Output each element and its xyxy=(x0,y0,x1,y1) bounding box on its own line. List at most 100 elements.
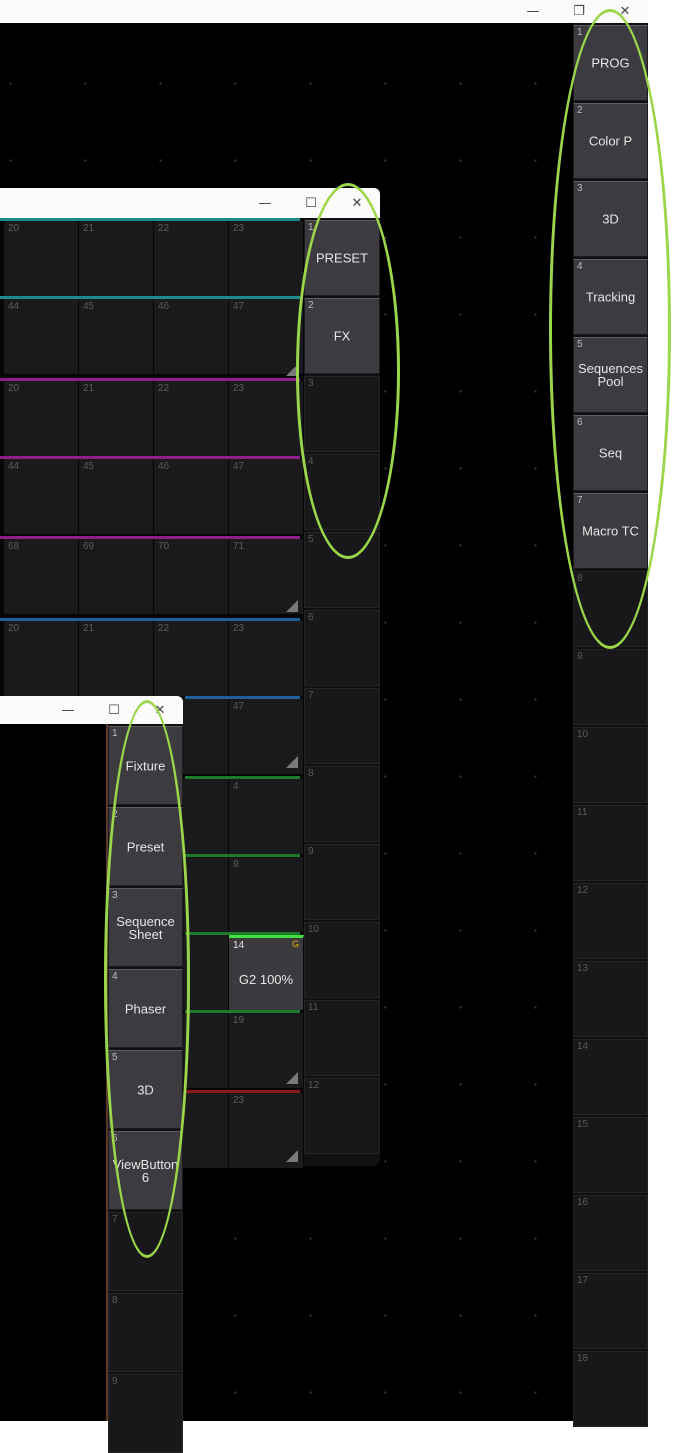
mid-pool-button-8[interactable]: 8 xyxy=(304,766,380,842)
right-pool-button-1[interactable]: 1 PROG xyxy=(573,25,648,101)
pool-cell[interactable]: 20 xyxy=(4,221,79,297)
right-pool-button-13[interactable]: 13 xyxy=(573,961,648,1037)
pool-cell[interactable]: 44 xyxy=(4,459,79,535)
pool-cell[interactable]: 22 xyxy=(154,621,229,697)
close-icon[interactable]: ✕ xyxy=(602,0,648,23)
pool-cell[interactable]: 4 xyxy=(229,779,304,855)
mid-pool-button-10[interactable]: 10 xyxy=(304,922,380,998)
pool-cell[interactable]: 69 xyxy=(79,539,154,615)
button-number: 4 xyxy=(112,971,118,982)
right-pool-button-8[interactable]: 8 xyxy=(573,571,648,647)
mid-pool-button-11[interactable]: 11 xyxy=(304,1000,380,1076)
scroll-corner-icon[interactable] xyxy=(286,1072,298,1084)
minimize-icon[interactable]: — xyxy=(45,696,91,724)
mid-pool-button-1[interactable]: 1 PRESET xyxy=(304,220,380,296)
mid-pool-button-7[interactable]: 7 xyxy=(304,688,380,764)
front-pool-button-9[interactable]: 9 xyxy=(108,1374,183,1453)
scroll-corner-icon[interactable] xyxy=(286,600,298,612)
pool-cell[interactable] xyxy=(183,699,229,775)
mid-pool-button-6[interactable]: 6 xyxy=(304,610,380,686)
button-number: 9 xyxy=(112,1376,118,1387)
right-pool-button-12[interactable]: 12 xyxy=(573,883,648,959)
right-pool-button-17[interactable]: 17 xyxy=(573,1273,648,1349)
pool-cell[interactable]: 46 xyxy=(154,459,229,535)
pool-cell[interactable]: 47 xyxy=(229,459,304,535)
pool-cell[interactable] xyxy=(183,1093,229,1169)
right-pool-button-3[interactable]: 3 3D xyxy=(573,181,648,257)
cell-number: 21 xyxy=(83,223,95,234)
right-pool-button-18[interactable]: 18 xyxy=(573,1351,648,1427)
scroll-corner-icon[interactable] xyxy=(286,364,298,376)
right-pool-button-7[interactable]: 7 Macro TC xyxy=(573,493,648,569)
right-pool-button-14[interactable]: 14 xyxy=(573,1039,648,1115)
maximize-icon[interactable]: ☐ xyxy=(91,696,137,724)
pool-cell[interactable] xyxy=(183,779,229,855)
button-label: FX xyxy=(333,328,351,344)
pool-cell[interactable]: 68 xyxy=(4,539,79,615)
right-pool-button-10[interactable]: 10 xyxy=(573,727,648,803)
pool-cell[interactable]: 46 xyxy=(154,299,229,375)
mid-pool-button-5[interactable]: 5 xyxy=(304,532,380,608)
pool-cell[interactable]: 23 xyxy=(229,221,304,297)
right-pool-button-5[interactable]: 5 Sequences Pool xyxy=(573,337,648,413)
button-number: 5 xyxy=(308,534,314,545)
front-pool-button-7[interactable]: 7 xyxy=(108,1212,183,1291)
close-icon[interactable]: ✕ xyxy=(137,696,183,724)
pool-cell[interactable]: 20 xyxy=(4,621,79,697)
close-icon[interactable]: ✕ xyxy=(334,188,380,218)
right-pool-button-9[interactable]: 9 xyxy=(573,649,648,725)
button-label: Preset xyxy=(126,839,165,854)
pool-cell[interactable]: 20 xyxy=(4,381,79,457)
pool-cell[interactable]: 44 xyxy=(4,299,79,375)
right-pool-button-16[interactable]: 16 xyxy=(573,1195,648,1271)
button-number: 7 xyxy=(308,690,314,701)
front-pool-button-4[interactable]: 4 Phaser xyxy=(108,969,183,1048)
front-pool-button-3[interactable]: 3 Sequence Sheet xyxy=(108,888,183,967)
pool-cell[interactable]: 21 xyxy=(79,381,154,457)
right-pool-button-11[interactable]: 11 xyxy=(573,805,648,881)
cell-number: 47 xyxy=(233,301,245,312)
cell-number: 22 xyxy=(158,223,170,234)
pool-cell[interactable]: 23 xyxy=(229,381,304,457)
active-group-cell[interactable]: 14 G G2 100% xyxy=(229,935,304,1011)
mid-pool-button-4[interactable]: 4 xyxy=(304,454,380,530)
front-pool-button-8[interactable]: 8 xyxy=(108,1293,183,1372)
pool-cell[interactable]: 23 xyxy=(229,621,304,697)
pool-cell[interactable]: 9 xyxy=(229,857,304,933)
right-pool-button-6[interactable]: 6 Seq xyxy=(573,415,648,491)
maximize-icon[interactable]: ☐ xyxy=(288,188,334,218)
right-pool-button-4[interactable]: 4 Tracking xyxy=(573,259,648,335)
pool-cell[interactable] xyxy=(183,1013,229,1089)
minimize-icon[interactable]: — xyxy=(510,0,556,23)
pool-cell[interactable]: 21 xyxy=(79,221,154,297)
mid-pool-button-12[interactable]: 12 xyxy=(304,1078,380,1154)
front-pool-button-1[interactable]: 1 Fixture xyxy=(108,726,183,805)
button-number: 5 xyxy=(112,1052,118,1063)
scroll-corner-icon[interactable] xyxy=(286,756,298,768)
button-number: 3 xyxy=(112,890,118,901)
restore-icon[interactable]: ❐ xyxy=(556,0,602,23)
pool-cell[interactable]: 45 xyxy=(79,299,154,375)
pool-cell[interactable]: 22 xyxy=(154,381,229,457)
pool-cell[interactable]: 70 xyxy=(154,539,229,615)
pool-cell[interactable] xyxy=(183,857,229,933)
mid-pool-button-2[interactable]: 2 FX xyxy=(304,298,380,374)
cell-number: 23 xyxy=(233,1095,245,1106)
mid-pool-button-3[interactable]: 3 xyxy=(304,376,380,452)
pool-cell[interactable]: 21 xyxy=(79,621,154,697)
pool-cell[interactable]: 22 xyxy=(154,221,229,297)
front-pool-button-6[interactable]: 6 ViewButton 6 xyxy=(108,1131,183,1210)
mid-pool-button-9[interactable]: 9 xyxy=(304,844,380,920)
right-pool-button-15[interactable]: 15 xyxy=(573,1117,648,1193)
cell-number: 20 xyxy=(8,623,20,634)
cell-number: 14 xyxy=(233,940,245,951)
minimize-icon[interactable]: — xyxy=(242,188,288,218)
scroll-corner-icon[interactable] xyxy=(286,1150,298,1162)
button-number: 3 xyxy=(308,378,314,389)
front-pool-button-2[interactable]: 2 Preset xyxy=(108,807,183,886)
front-pool-button-5[interactable]: 5 3D xyxy=(108,1050,183,1129)
cell-number: 47 xyxy=(233,461,245,472)
pool-cell[interactable]: 45 xyxy=(79,459,154,535)
right-pool-button-2[interactable]: 2 Color P xyxy=(573,103,648,179)
pool-cell[interactable] xyxy=(183,935,229,1011)
